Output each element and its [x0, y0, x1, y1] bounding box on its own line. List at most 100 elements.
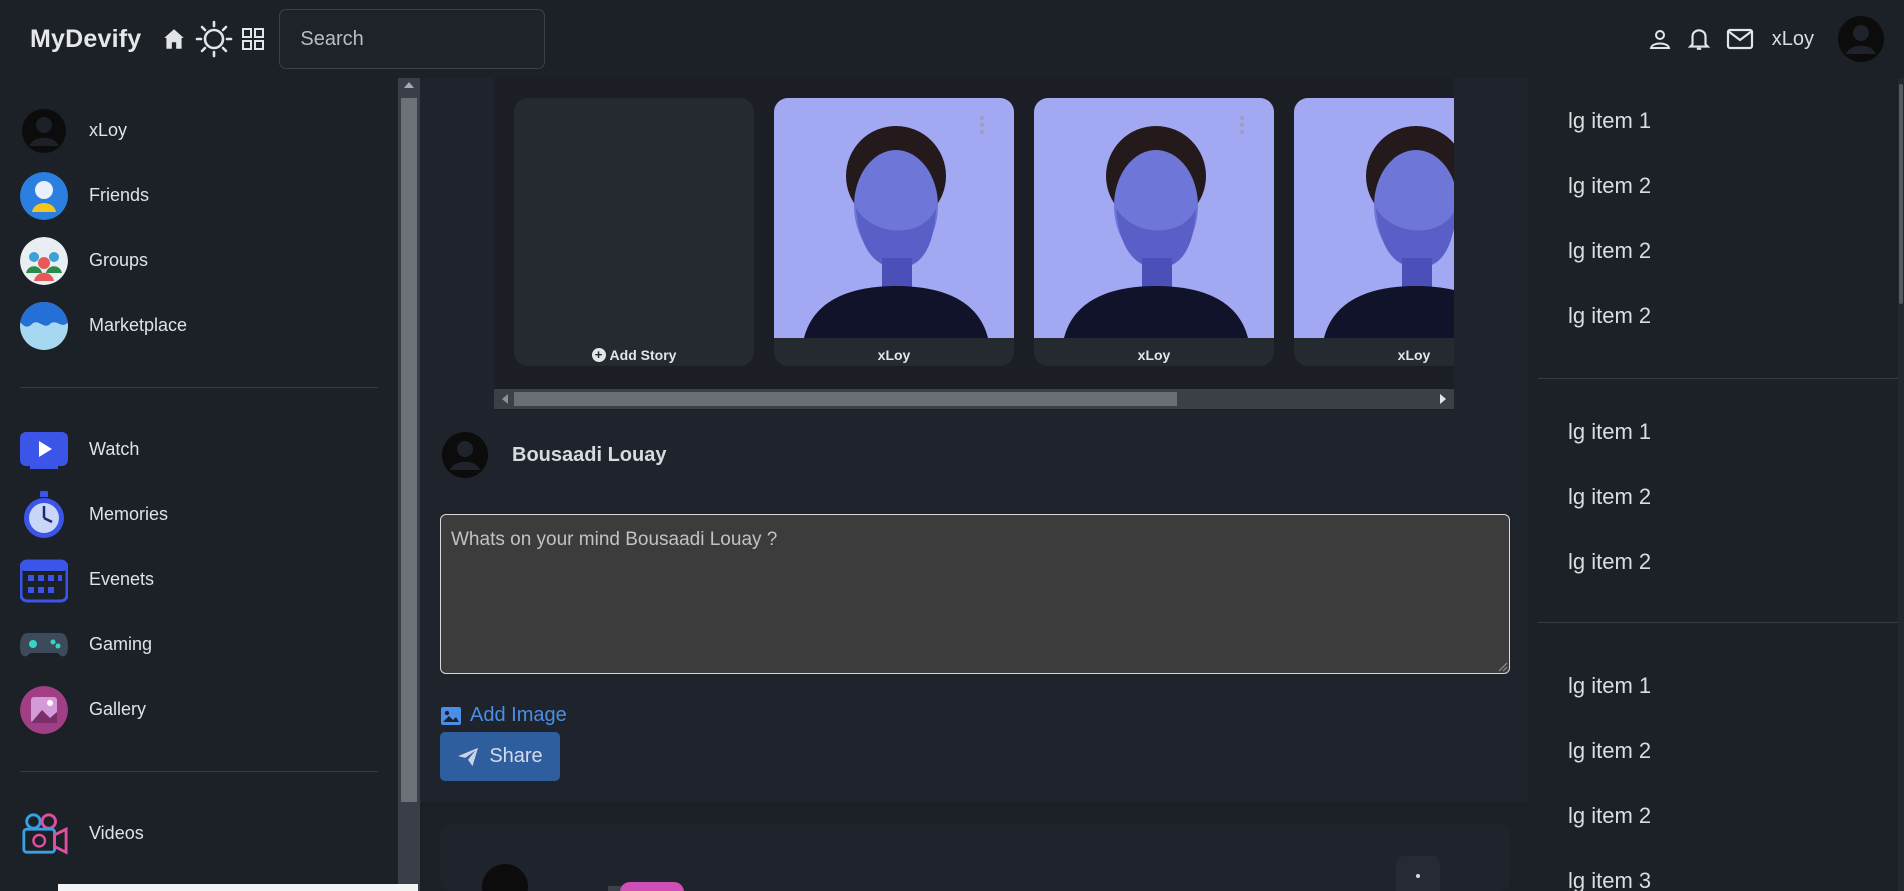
messages-envelope-icon[interactable]	[1726, 27, 1754, 51]
sidebar-item-label: Groups	[89, 250, 149, 270]
list-group: lg item 1 lg item 2 lg item 2 lg item 2	[1528, 78, 1904, 348]
story-image	[1034, 98, 1274, 338]
list-group-item[interactable]: lg item 2	[1568, 283, 1904, 348]
right-panel-scrollbar[interactable]	[1898, 78, 1904, 891]
marketplace-icon	[20, 301, 68, 350]
sidebar-item-gaming[interactable]: Gaming	[0, 612, 398, 677]
list-group-item[interactable]: lg item 2	[1568, 718, 1904, 783]
list-group-item[interactable]: lg item 3	[1568, 848, 1904, 891]
scrollbar-thumb[interactable]	[1899, 84, 1903, 304]
stories-scrollbar[interactable]	[494, 389, 1454, 409]
profile-icon[interactable]	[1648, 27, 1672, 51]
sidebar-item-marketplace[interactable]: Marketplace	[0, 293, 398, 358]
sidebar-item-label: Memories	[89, 504, 169, 524]
friends-icon	[20, 171, 68, 220]
story-name: xLoy	[1137, 347, 1171, 363]
image-icon	[441, 706, 461, 725]
sidebar-item-label: Gaming	[89, 634, 153, 654]
list-group-item[interactable]: lg item 2	[1568, 464, 1904, 529]
story-image	[774, 98, 1014, 338]
sidebar-item-videos[interactable]: Videos	[0, 801, 398, 866]
post-card	[440, 824, 1510, 891]
gaming-icon	[20, 621, 68, 669]
bottom-strip	[58, 884, 418, 891]
author-name: Bousaadi Louay	[512, 443, 667, 466]
sidebar-item-gallery[interactable]: Gallery	[0, 677, 398, 742]
story-name: xLoy	[1397, 347, 1431, 363]
post-composer-textarea[interactable]	[440, 514, 1510, 674]
search-input[interactable]	[279, 9, 546, 69]
sidebar-item-label: Watch	[89, 439, 140, 459]
list-group-item[interactable]: lg item 2	[1568, 153, 1904, 218]
add-story-card[interactable]: + Add Story	[514, 98, 754, 366]
sidebar-item-label: Evenets	[89, 569, 155, 589]
user-avatar-icon	[20, 107, 68, 155]
gallery-icon	[20, 685, 68, 734]
apps-grid-icon[interactable]	[241, 27, 265, 51]
story-menu-icon[interactable]	[980, 116, 984, 134]
story-card[interactable]: xLoy	[1034, 98, 1274, 366]
sidebar-scrollbar[interactable]	[398, 78, 420, 891]
resize-grip-icon[interactable]	[1498, 662, 1508, 672]
sidebar-item-label: Gallery	[89, 699, 147, 719]
add-story-label: Add Story	[609, 347, 677, 363]
scroll-right-arrow-icon[interactable]	[1440, 394, 1446, 404]
list-group-item[interactable]: lg item 1	[1568, 88, 1904, 153]
header-avatar[interactable]	[1838, 16, 1884, 62]
add-story-button[interactable]: + Add Story	[514, 347, 754, 363]
left-sidebar: xLoy Friends Groups Marketplace Watch Me…	[0, 78, 398, 891]
composer-author: Bousaadi Louay	[442, 432, 666, 478]
sidebar-item-label: Videos	[89, 823, 144, 843]
theme-toggle-sun-icon[interactable]	[195, 20, 233, 58]
sidebar-divider	[20, 771, 378, 772]
list-group-item[interactable]: lg item 2	[1568, 218, 1904, 283]
story-menu-icon[interactable]	[1240, 116, 1244, 134]
groups-icon	[20, 236, 68, 285]
sidebar-item-events[interactable]: Evenets	[0, 547, 398, 612]
story-name: xLoy	[877, 347, 911, 363]
post-badge	[620, 882, 684, 891]
header-username[interactable]: xLoy	[1772, 28, 1814, 51]
stories-row: + Add Story xLoy xLoy xLoy	[494, 78, 1454, 410]
sidebar-item-memories[interactable]: Memories	[0, 482, 398, 547]
right-panel: lg item 1 lg item 2 lg item 2 lg item 2 …	[1528, 78, 1904, 891]
list-group-item[interactable]: lg item 1	[1568, 399, 1904, 464]
nav-icons	[161, 20, 265, 58]
sidebar-list: xLoy Friends Groups Marketplace Watch Me…	[0, 78, 398, 891]
notifications-bell-icon[interactable]	[1686, 26, 1712, 52]
brand-logo[interactable]: MyDevify	[30, 25, 141, 54]
sidebar-item-label: xLoy	[89, 120, 128, 140]
sidebar-item-watch[interactable]: Watch	[0, 417, 398, 482]
list-group: lg item 1 lg item 2 lg item 2 lg item 3	[1528, 623, 1904, 891]
plus-icon: +	[591, 348, 606, 362]
sidebar-item-groups[interactable]: Groups	[0, 228, 398, 293]
scroll-left-arrow-icon[interactable]	[502, 394, 508, 404]
list-group-item[interactable]: lg item 2	[1568, 783, 1904, 848]
sidebar-item-label: Marketplace	[89, 315, 188, 335]
add-image-label: Add Image	[470, 704, 567, 726]
scrollbar-thumb[interactable]	[514, 392, 1177, 406]
scroll-up-arrow-icon[interactable]	[404, 82, 414, 88]
add-image-link[interactable]: Add Image	[440, 704, 567, 727]
author-avatar[interactable]	[442, 432, 488, 478]
sidebar-item-label: Friends	[89, 185, 150, 205]
post-menu-icon[interactable]	[1396, 856, 1440, 891]
top-right-actions: xLoy	[1648, 0, 1884, 78]
scrollbar-thumb[interactable]	[401, 98, 417, 802]
memories-icon	[20, 490, 68, 539]
paper-plane-icon	[458, 747, 479, 766]
home-icon[interactable]	[161, 26, 187, 52]
list-group-item[interactable]: lg item 2	[1568, 529, 1904, 594]
events-icon	[20, 556, 68, 604]
videos-icon	[20, 810, 68, 858]
list-group-item[interactable]: lg item 1	[1568, 653, 1904, 718]
share-button[interactable]: Share	[440, 732, 560, 781]
sidebar-item-friends[interactable]: Friends	[0, 163, 398, 228]
list-group: lg item 1 lg item 2 lg item 2	[1528, 379, 1904, 594]
story-card[interactable]: xLoy	[774, 98, 1014, 366]
top-navbar: MyDevify Search xLoy	[0, 0, 1904, 78]
post-author-avatar[interactable]	[482, 864, 528, 891]
share-label: Share	[489, 745, 543, 767]
story-card[interactable]: xLoy	[1294, 98, 1454, 366]
sidebar-item-profile[interactable]: xLoy	[0, 98, 398, 163]
